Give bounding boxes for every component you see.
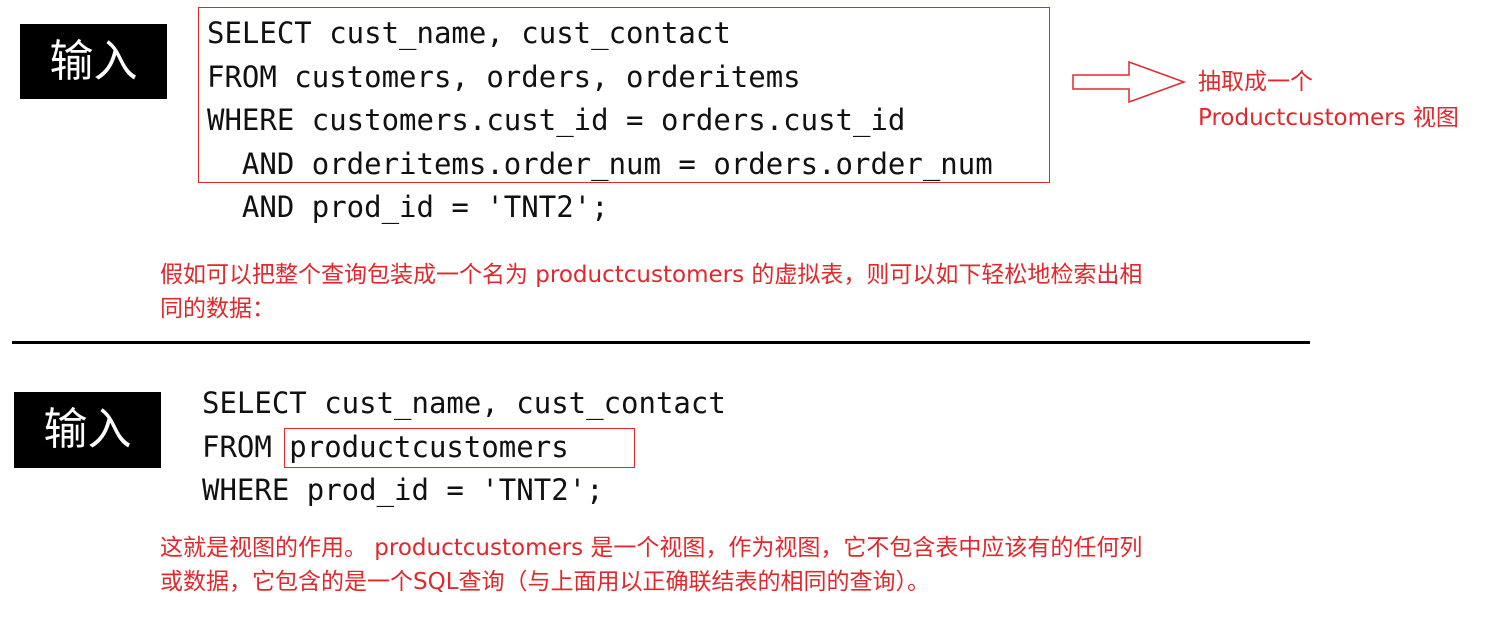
code-line: SELECT cust_name, cust_contact bbox=[207, 16, 731, 50]
explanation-note: 假如可以把整个查询包装成一个名为 productcustomers 的虚拟表，则… bbox=[160, 258, 1142, 326]
note-line: 同的数据： bbox=[160, 296, 275, 322]
code-line: FROM productcustomers bbox=[202, 429, 569, 464]
note-line: Productcustomers 视图 bbox=[1198, 105, 1459, 131]
extract-view-note: 抽取成一个 Productcustomers 视图 bbox=[1198, 64, 1459, 136]
code-line: WHERE customers.cust_id = orders.cust_id bbox=[207, 103, 906, 137]
explanation-note: 这就是视图的作用。 productcustomers 是一个视图，作为视图，它不… bbox=[160, 531, 1142, 599]
section-divider bbox=[12, 341, 1310, 344]
right-arrow-icon bbox=[1072, 61, 1187, 103]
input-badge: 输入 bbox=[14, 392, 161, 468]
code-line: AND prod_id = 'TNT2'; bbox=[207, 190, 609, 224]
sql-code-block: SELECT cust_name, cust_contact FROM produ… bbox=[202, 382, 726, 513]
sql-code-block: SELECT cust_name, cust_contact FROM custo… bbox=[207, 12, 993, 230]
input-badge: 输入 bbox=[20, 24, 167, 99]
note-line: 或数据，它包含的是一个SQL查询（与上面用以正确联结表的相同的查询）。 bbox=[160, 569, 931, 595]
code-line: WHERE prod_id = 'TNT2'; bbox=[202, 473, 604, 507]
code-line: FROM customers, orders, orderitems bbox=[207, 59, 801, 94]
code-line: SELECT cust_name, cust_contact bbox=[202, 386, 726, 420]
note-line: 抽取成一个 bbox=[1198, 69, 1313, 95]
note-line: 这就是视图的作用。 productcustomers 是一个视图，作为视图，它不… bbox=[160, 535, 1143, 561]
code-line: AND orderitems.order_num = orders.order_… bbox=[207, 146, 993, 181]
note-line: 假如可以把整个查询包装成一个名为 productcustomers 的虚拟表，则… bbox=[160, 262, 1143, 288]
